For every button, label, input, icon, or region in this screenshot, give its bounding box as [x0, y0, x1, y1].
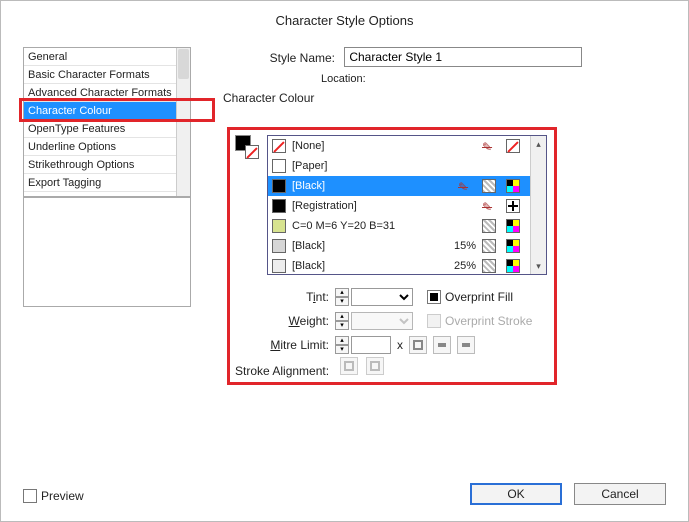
- global-swatch-icon: [482, 259, 496, 273]
- cmyk-icon: [506, 259, 520, 273]
- registration-icon: [506, 199, 520, 213]
- locked-icon: [482, 199, 496, 213]
- overprint-fill-label: Overprint Fill: [445, 290, 513, 304]
- dialog-title: Character Style Options: [1, 1, 688, 34]
- sidebar-item-character-colour[interactable]: Character Colour: [24, 102, 190, 120]
- sidebar-item-underline[interactable]: Underline Options: [24, 138, 190, 156]
- ok-button[interactable]: OK: [470, 483, 562, 505]
- fill-stroke-proxy[interactable]: [235, 135, 259, 159]
- swatch-item-cmyk-custom[interactable]: C=0 M=6 Y=20 B=31: [268, 216, 530, 236]
- cmyk-icon: [506, 179, 520, 193]
- mitre-suffix: x: [397, 338, 403, 352]
- tint-step-down-icon[interactable]: ▾: [335, 297, 349, 306]
- stroke-align-outside-icon[interactable]: [366, 357, 384, 375]
- swatch-icon-registration: [272, 199, 286, 213]
- dialog-actions: OK Cancel: [470, 483, 666, 505]
- mitre-step-up-icon[interactable]: ▴: [335, 336, 349, 345]
- swatch-label: [None]: [292, 136, 482, 156]
- preview-label: Preview: [41, 489, 84, 503]
- stroke-alignment-row: Stroke Alignment:: [235, 357, 547, 378]
- stroke-alignment-label: Stroke Alignment:: [235, 364, 329, 378]
- swatch-icon-grey: [272, 239, 286, 253]
- swatch-list: [None] [Paper] [Black]: [267, 135, 547, 275]
- location-label: Location:: [321, 73, 366, 85]
- swatch-label: C=0 M=6 Y=20 B=31: [292, 216, 482, 236]
- weight-step-up-icon[interactable]: ▴: [335, 312, 349, 321]
- global-swatch-icon: [482, 239, 496, 253]
- swatch-item-black-selected[interactable]: [Black]: [268, 176, 530, 196]
- swatch-label: [Black]: [292, 176, 458, 196]
- swatch-label: [Paper]: [292, 156, 526, 176]
- swatch-label: [Black]: [292, 256, 448, 274]
- preview-checkbox[interactable]: [23, 489, 37, 503]
- overprint-fill-checkbox[interactable]: [427, 290, 441, 304]
- none-indicator-icon: [506, 139, 520, 153]
- cmyk-icon: [506, 239, 520, 253]
- sidebar-item-export-tagging[interactable]: Export Tagging: [24, 174, 190, 192]
- tint-label: Tint:: [235, 290, 335, 304]
- scroll-down-icon[interactable]: ▾: [531, 258, 546, 274]
- weight-step-down-icon[interactable]: ▾: [335, 321, 349, 330]
- tint-step-up-icon[interactable]: ▴: [335, 288, 349, 297]
- join-bevel-icon[interactable]: [457, 336, 475, 354]
- style-name-label: Style Name:: [269, 51, 335, 65]
- swatch-item-black-15[interactable]: [Black] 15%: [268, 236, 530, 256]
- swatch-icon-lightgrey: [272, 259, 286, 273]
- sidebar-item-adv-formats[interactable]: Advanced Character Formats: [24, 84, 190, 102]
- cancel-button[interactable]: Cancel: [574, 483, 666, 505]
- swatch-icon-lime: [272, 219, 286, 233]
- global-swatch-icon: [482, 219, 496, 233]
- weight-label: Weight:: [235, 314, 335, 328]
- swatch-tint-value: 15%: [448, 236, 476, 256]
- tint-field[interactable]: [351, 288, 413, 306]
- join-mitre-icon[interactable]: [409, 336, 427, 354]
- section-title: Character Colour: [223, 91, 314, 105]
- mitre-label: Mitre Limit:: [235, 338, 335, 352]
- category-list: General Basic Character Formats Advanced…: [23, 47, 191, 197]
- swatch-tint-value: 25%: [448, 256, 476, 274]
- swatch-icon-none: [272, 139, 286, 153]
- swatch-scrollbar[interactable]: ▴ ▾: [530, 136, 546, 274]
- sidebar-item-opentype[interactable]: OpenType Features: [24, 120, 190, 138]
- swatch-icon-paper: [272, 159, 286, 173]
- sidebar-item-strikethrough[interactable]: Strikethrough Options: [24, 156, 190, 174]
- preview-toggle[interactable]: Preview: [23, 489, 84, 503]
- sidebar-scrollbar[interactable]: [176, 48, 190, 196]
- overprint-stroke-checkbox: [427, 314, 441, 328]
- swatch-label: [Black]: [292, 236, 448, 256]
- style-name-row: Style Name:: [269, 47, 666, 67]
- global-swatch-icon: [482, 179, 496, 193]
- swatch-label: [Registration]: [292, 196, 482, 216]
- sidebar-item-basic-formats[interactable]: Basic Character Formats: [24, 66, 190, 84]
- swatch-item-black-25[interactable]: [Black] 25%: [268, 256, 530, 274]
- swatch-item-registration[interactable]: [Registration]: [268, 196, 530, 216]
- overprint-stroke-label: Overprint Stroke: [445, 314, 532, 328]
- locked-icon: [458, 179, 472, 193]
- weight-field: [351, 312, 413, 330]
- stroke-swatch-icon: [245, 145, 259, 159]
- stroke-align-center-icon[interactable]: [340, 357, 358, 375]
- swatch-icon-black: [272, 179, 286, 193]
- mitre-step-down-icon[interactable]: ▾: [335, 345, 349, 354]
- locked-icon: [482, 139, 496, 153]
- mitre-stepper[interactable]: ▴ ▾: [335, 336, 391, 354]
- swatch-item-none[interactable]: [None]: [268, 136, 530, 156]
- sidebar-item-general[interactable]: General: [24, 48, 190, 66]
- colour-form: Tint: ▴ ▾ Overprint Fill Weight: ▴: [235, 285, 547, 357]
- weight-stepper[interactable]: ▴ ▾: [335, 312, 413, 330]
- cmyk-icon: [506, 219, 520, 233]
- tint-stepper[interactable]: ▴ ▾: [335, 288, 413, 306]
- style-name-input[interactable]: [344, 47, 582, 67]
- sidebar-preview-box: [23, 197, 191, 307]
- scroll-up-icon[interactable]: ▴: [531, 136, 546, 152]
- join-round-icon[interactable]: [433, 336, 451, 354]
- mitre-field[interactable]: [351, 336, 391, 354]
- swatch-item-paper[interactable]: [Paper]: [268, 156, 530, 176]
